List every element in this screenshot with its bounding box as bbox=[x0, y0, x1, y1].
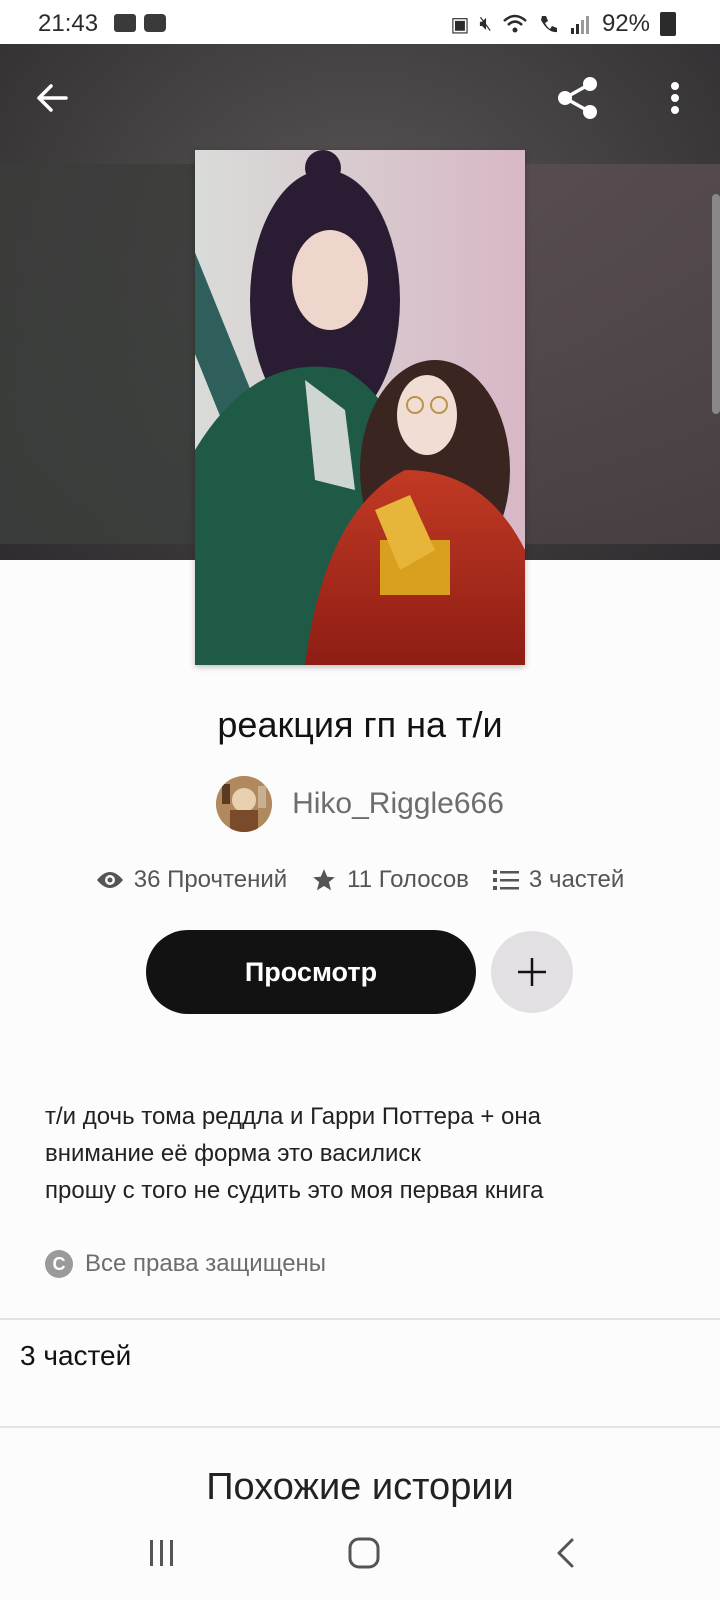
copyright-text: Все права защищены bbox=[85, 1250, 327, 1277]
divider bbox=[0, 1426, 720, 1428]
scrollbar[interactable] bbox=[712, 194, 720, 414]
description-line: т/и дочь тома реддла и Гарри Поттера + о… bbox=[45, 1103, 541, 1130]
home-icon bbox=[348, 1537, 380, 1569]
more-options-button[interactable] bbox=[652, 72, 698, 124]
wifi-icon bbox=[503, 14, 527, 33]
similar-stories-heading: Похожие истории bbox=[206, 1466, 514, 1508]
parts-list-toggle[interactable]: 3 частей bbox=[20, 1340, 131, 1372]
signal-icon bbox=[570, 16, 589, 34]
system-nav-bar bbox=[0, 1510, 720, 1600]
author-link[interactable]: Hiko_Riggle666 bbox=[0, 776, 720, 832]
recent-apps-icon bbox=[150, 1540, 173, 1566]
back-icon bbox=[557, 1538, 574, 1568]
parts-stat: 3 частей bbox=[492, 866, 625, 894]
battery-percent: 92% bbox=[601, 10, 650, 37]
story-stats: 36 Прочтений 11 Голосов 3 частей bbox=[0, 866, 720, 894]
home-button[interactable] bbox=[334, 1528, 394, 1578]
author-name[interactable]: Hiko_Riggle666 bbox=[292, 787, 504, 821]
add-to-library-button[interactable] bbox=[491, 931, 573, 1013]
eye-icon bbox=[96, 872, 123, 888]
battery-saver-icon: ▣ bbox=[450, 13, 470, 36]
divider bbox=[0, 1318, 720, 1320]
mute-icon: 🔇︎ bbox=[479, 12, 492, 35]
video-icon bbox=[114, 14, 136, 32]
copyright-icon: C bbox=[45, 1250, 73, 1278]
read-button[interactable]: Просмотр bbox=[146, 930, 476, 1014]
status-bar: 21:43 ▣ 🔇︎ 92% bbox=[0, 0, 720, 44]
parts-count: 3 частей bbox=[528, 866, 625, 893]
votes-stat: 11 Голосов bbox=[311, 866, 469, 894]
description-line: внимание её форма это василиск bbox=[45, 1140, 421, 1167]
clock-icon bbox=[144, 14, 166, 32]
reads-stat: 36 Прочтений bbox=[96, 866, 287, 894]
copyright-notice: C Все права защищены bbox=[45, 1250, 326, 1278]
story-description: т/и дочь тома реддла и Гарри Поттера + о… bbox=[45, 1098, 685, 1209]
status-time: 21:43 bbox=[38, 10, 99, 37]
back-arrow-icon bbox=[37, 84, 68, 112]
story-title: реакция гп на т/и bbox=[217, 704, 503, 745]
votes-count: 11 Голосов bbox=[347, 866, 469, 893]
recent-apps-button[interactable] bbox=[132, 1528, 192, 1578]
reads-count: 36 Прочтений bbox=[133, 866, 288, 893]
call-icon bbox=[540, 16, 557, 33]
more-vert-icon bbox=[671, 82, 679, 114]
list-icon bbox=[492, 870, 519, 890]
back-button[interactable] bbox=[28, 74, 76, 122]
plus-icon bbox=[518, 958, 546, 986]
star-icon bbox=[313, 869, 335, 891]
system-back-button[interactable] bbox=[536, 1528, 596, 1578]
battery-icon bbox=[660, 12, 676, 36]
avatar[interactable] bbox=[216, 776, 273, 832]
share-button[interactable] bbox=[552, 72, 604, 124]
description-line: прошу с того не судить это моя первая кн… bbox=[45, 1177, 544, 1204]
share-icon bbox=[558, 77, 597, 119]
story-cover-image[interactable] bbox=[195, 150, 525, 665]
